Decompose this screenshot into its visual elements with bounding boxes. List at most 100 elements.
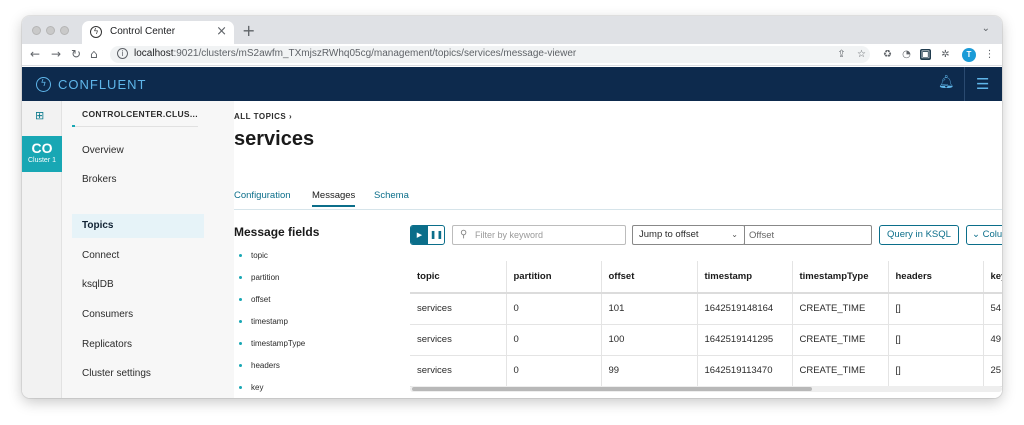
table-cell: []	[888, 293, 984, 325]
column-header[interactable]: offset	[601, 261, 698, 294]
search-icon: ⚲	[460, 229, 468, 240]
minimize-window-dot[interactable]	[46, 26, 55, 35]
share-icon[interactable]: ⇪	[836, 49, 847, 60]
extension-box-icon[interactable]: ▣	[920, 49, 931, 60]
table-cell: CREATE_TIME	[792, 324, 889, 356]
horizontal-scrollbar[interactable]	[410, 386, 1002, 392]
close-tab-icon[interactable]: ×	[216, 24, 227, 39]
sidebar-item-topics[interactable]: Topics	[72, 214, 204, 238]
table-cell: 54	[983, 293, 1002, 325]
sidebar-item-cluster-settings[interactable]: Cluster settings	[72, 362, 204, 386]
close-window-dot[interactable]	[32, 26, 41, 35]
cluster-rail: ⊞ CO Cluster 1	[22, 101, 62, 398]
table-cell: 49	[983, 324, 1002, 356]
table-cell: 0	[506, 355, 602, 387]
message-field-label: partition	[251, 273, 280, 282]
message-field-item[interactable]: topic	[239, 251, 268, 260]
jump-to-offset-select[interactable]: Jump to offset ⌄	[632, 225, 745, 245]
sidebar-item-ksqldb[interactable]: ksqlDB	[72, 273, 204, 297]
profile-avatar[interactable]: T	[962, 48, 976, 62]
table-cell: CREATE_TIME	[792, 293, 889, 325]
tab-search-chevron-icon[interactable]: ⌄	[982, 23, 990, 34]
url-path: :9021/clusters/mS2awfm_TXmjszRWhq05cg/ma…	[173, 48, 577, 59]
table-cell: 1642519113470	[697, 355, 793, 387]
topic-tabs: Configuration Messages Schema	[234, 190, 1002, 210]
message-field-label: key	[251, 383, 264, 392]
table-row[interactable]: services 0 100 1642519141295 CREATE_TIME…	[410, 324, 1002, 356]
message-field-item[interactable]: key	[239, 383, 263, 392]
site-info-icon[interactable]: i	[117, 48, 128, 59]
clusters-grid-icon[interactable]: ⊞	[35, 110, 47, 122]
table-row[interactable]: services 0 101 1642519148164 CREATE_TIME…	[410, 293, 1002, 325]
extension-recycle-icon[interactable]: ♻	[882, 49, 893, 60]
breadcrumb[interactable]: ALL TOPICS ›	[234, 112, 292, 121]
tab-configuration[interactable]: Configuration	[234, 190, 291, 201]
confluent-logo-icon[interactable]: ϟ	[36, 77, 51, 92]
sidebar-item-brokers[interactable]: Brokers	[72, 168, 204, 192]
pause-icon[interactable]: ❚❚	[428, 226, 444, 244]
zoom-window-dot[interactable]	[60, 26, 69, 35]
table-cell: 100	[601, 324, 698, 356]
reload-icon[interactable]: ↻	[71, 47, 81, 61]
tab-strip: ϟ Control Center × + ⌄	[22, 16, 1002, 44]
notifications-bell-icon[interactable]: 🔔︎	[938, 75, 955, 90]
extensions-puzzle-icon[interactable]: ✲	[940, 49, 951, 60]
forward-icon[interactable]: →	[51, 47, 61, 61]
message-field-label: timestampType	[251, 339, 306, 348]
table-cell: []	[888, 324, 984, 356]
columns-button-label: Colu	[982, 229, 1002, 240]
table-header-row: topic partition offset timestamp timesta…	[410, 261, 1002, 294]
chevron-down-icon: ⌄	[731, 230, 738, 239]
message-field-item[interactable]: headers	[239, 361, 280, 370]
column-header[interactable]: topic	[410, 261, 507, 294]
sidebar-cluster-underline	[72, 125, 198, 127]
table-cell: 25	[983, 355, 1002, 387]
tab-messages[interactable]: Messages	[312, 190, 356, 207]
browser-tab[interactable]: ϟ Control Center ×	[82, 21, 234, 44]
bookmark-star-icon[interactable]: ☆	[856, 49, 867, 60]
sidebar-item-connect[interactable]: Connect	[72, 244, 204, 268]
brand-name[interactable]: CONFLUENT	[58, 77, 146, 92]
play-icon[interactable]: ▶	[411, 226, 428, 244]
browser-menu-icon[interactable]: ⋮	[984, 49, 995, 60]
extension-clock-icon[interactable]: ◔	[901, 49, 912, 60]
column-header[interactable]: headers	[888, 261, 984, 294]
sidebar-cluster-name: CONTROLCENTER.CLUS...	[82, 109, 198, 119]
message-field-label: headers	[251, 361, 280, 370]
column-header[interactable]: partition	[506, 261, 602, 294]
app-header: ϟ CONFLUENT 🔔︎ ☰	[22, 67, 1002, 101]
message-field-item[interactable]: timestamp	[239, 317, 288, 326]
back-icon[interactable]: ←	[30, 47, 40, 61]
url-field[interactable]: i localhost:9021/clusters/mS2awfm_TXmjsz…	[110, 46, 870, 63]
column-header[interactable]: timestamp	[697, 261, 793, 294]
table-cell: 1642519141295	[697, 324, 793, 356]
jump-select-value: Jump to offset	[639, 229, 699, 240]
column-header[interactable]: key	[983, 261, 1002, 294]
table-cell: 0	[506, 324, 602, 356]
new-tab-icon[interactable]: +	[242, 21, 255, 40]
table-cell: 99	[601, 355, 698, 387]
table-row[interactable]: services 0 99 1642519113470 CREATE_TIME …	[410, 355, 1002, 387]
filter-field: ⚲	[452, 225, 626, 245]
field-bullet-icon	[239, 254, 242, 258]
message-field-item[interactable]: offset	[239, 295, 270, 304]
offset-input[interactable]	[749, 228, 867, 242]
sidebar-item-overview[interactable]: Overview	[72, 139, 204, 163]
query-in-ksql-button[interactable]: Query in KSQL	[879, 225, 959, 245]
table-cell: 101	[601, 293, 698, 325]
chevron-down-icon: ⌄	[972, 229, 983, 240]
offset-field	[744, 225, 872, 245]
tab-schema[interactable]: Schema	[374, 190, 409, 201]
menu-hamburger-icon[interactable]: ☰	[976, 75, 989, 93]
columns-button[interactable]: ⌄ Colu	[966, 225, 1002, 245]
filter-keyword-input[interactable]	[475, 228, 620, 242]
sidebar-item-replicators[interactable]: Replicators	[72, 333, 204, 357]
message-field-item[interactable]: partition	[239, 273, 279, 282]
scrollbar-thumb[interactable]	[412, 387, 812, 391]
cluster-selector[interactable]: CO Cluster 1	[22, 136, 62, 172]
home-icon[interactable]: ⌂	[90, 47, 98, 61]
stream-controls: ▶ ❚❚	[410, 225, 445, 245]
sidebar-item-consumers[interactable]: Consumers	[72, 303, 204, 327]
column-header[interactable]: timestampType	[792, 261, 889, 294]
message-field-item[interactable]: timestampType	[239, 339, 305, 348]
